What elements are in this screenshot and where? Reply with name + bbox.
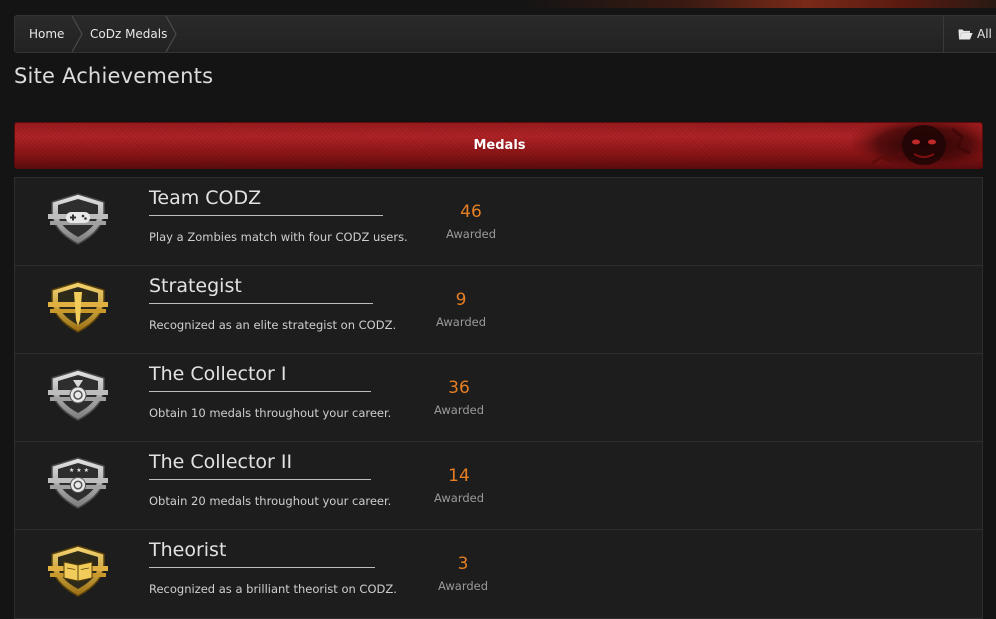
award-label: Awarded [435, 315, 487, 329]
award-label: Awarded [437, 579, 489, 593]
breadcrumb-current[interactable]: CoDz Medals [90, 16, 167, 52]
page-title: Site Achievements [14, 64, 214, 88]
award-label: Awarded [433, 491, 485, 505]
section-title: Medals [473, 138, 526, 153]
gold-badge-icon [48, 545, 108, 597]
title-divider [149, 567, 375, 568]
medal-row[interactable]: Team CODZ Play a Zombies match with four… [15, 178, 982, 266]
book-icon [63, 561, 93, 582]
medal-name[interactable]: Team CODZ [149, 187, 261, 209]
folder-open-icon [958, 18, 973, 54]
medal-description: Obtain 10 medals throughout your career. [149, 406, 392, 420]
award-label: Awarded [433, 403, 485, 417]
all-button[interactable]: All A [943, 16, 996, 52]
silver-badge-icon [48, 369, 108, 421]
banner-strip [520, 0, 996, 8]
silver-badge-icon: ★ ★ ★ [48, 457, 108, 509]
medal-row[interactable]: Strategist Recognized as an elite strate… [15, 266, 982, 354]
award-label: Awarded [445, 227, 497, 241]
all-button-label: All A [977, 27, 996, 41]
medal-row[interactable]: The Collector I Obtain 10 medals through… [15, 354, 982, 442]
svg-text:★ ★ ★: ★ ★ ★ [69, 467, 89, 474]
award-count: 46 [460, 202, 482, 222]
section-header: Medals [14, 122, 983, 169]
title-divider [149, 391, 371, 392]
medal-name[interactable]: The Collector II [149, 451, 292, 473]
medal-description: Recognized as a brilliant theorist on CO… [149, 582, 397, 596]
award-count: 14 [448, 466, 470, 486]
medal-description: Play a Zombies match with four CODZ user… [149, 230, 408, 244]
title-divider [149, 303, 373, 304]
medal-list: Team CODZ Play a Zombies match with four… [14, 177, 983, 619]
medal-description: Recognized as an elite strategist on COD… [149, 318, 397, 332]
award-count: 9 [455, 290, 467, 310]
gamepad-icon [66, 212, 90, 223]
medal-name[interactable]: The Collector I [149, 363, 287, 385]
title-divider [149, 215, 383, 216]
medal-description: Obtain 20 medals throughout your career. [149, 494, 392, 508]
silver-badge-icon [48, 193, 108, 245]
title-divider [149, 479, 371, 480]
breadcrumb-separator-icon [70, 16, 86, 52]
gold-badge-icon [48, 281, 108, 333]
medal-row[interactable]: Theorist Recognized as a brilliant theor… [15, 530, 982, 618]
breadcrumb-separator-icon [164, 16, 180, 52]
award-count: 36 [448, 378, 470, 398]
award-count: 3 [457, 554, 469, 574]
medal-row[interactable]: ★ ★ ★ The Collector II Obtain 20 medals … [15, 442, 982, 530]
breadcrumb: Home CoDz Medals All A [14, 15, 996, 53]
breadcrumb-home[interactable]: Home [29, 16, 64, 52]
medal-name[interactable]: Theorist [149, 539, 226, 561]
medal-name[interactable]: Strategist [149, 275, 242, 297]
